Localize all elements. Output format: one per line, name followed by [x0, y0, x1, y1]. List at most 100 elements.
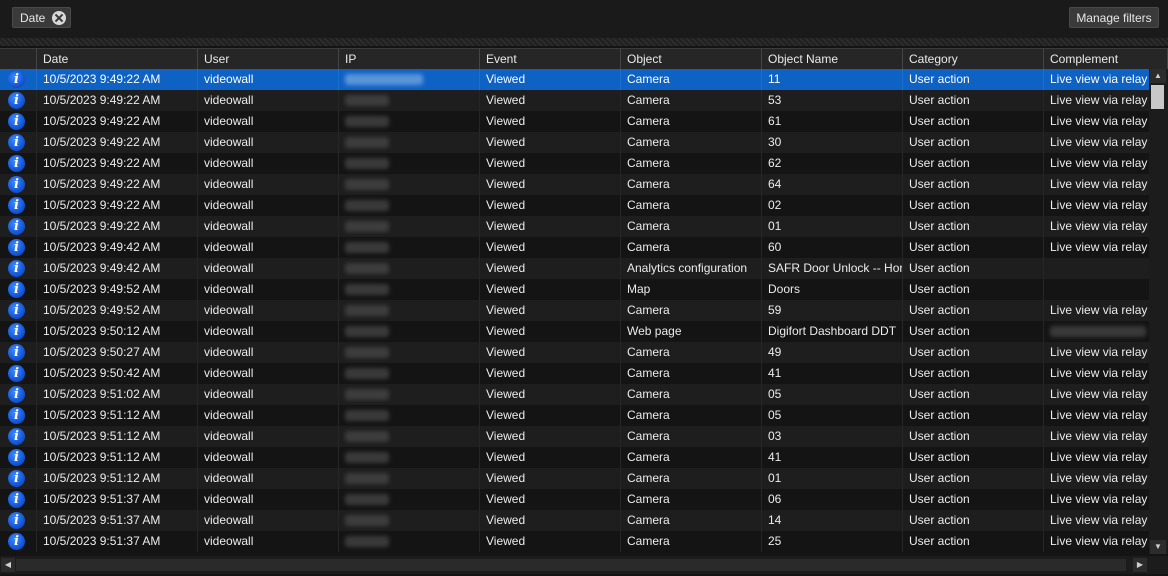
category-cell: User action — [903, 174, 1044, 195]
complement-cell: Live view via relay — [1044, 69, 1149, 90]
table-row[interactable]: i 10/5/2023 9:49:22 AM videowall Viewed Came… — [0, 195, 1149, 216]
redacted-ip — [345, 389, 389, 400]
object-name-cell: 30 — [762, 132, 903, 153]
manage-filters-button[interactable]: Manage filters — [1069, 7, 1159, 28]
column-header-category[interactable]: Category — [903, 49, 1044, 69]
object-cell: Camera — [621, 90, 762, 111]
table-row[interactable]: i 10/5/2023 9:49:22 AM videowall Viewed Came… — [0, 111, 1149, 132]
table-row[interactable]: i 10/5/2023 9:51:37 AM videowall Viewed Came… — [0, 510, 1149, 531]
scroll-up-icon[interactable]: ▲ — [1150, 69, 1166, 83]
table-row[interactable]: i 10/5/2023 9:51:37 AM videowall Viewed Came… — [0, 531, 1149, 552]
table-row[interactable]: i 10/5/2023 9:49:42 AM videowall Viewed Anal… — [0, 258, 1149, 279]
object-cell: Analytics configuration — [621, 258, 762, 279]
table-row[interactable]: i 10/5/2023 9:51:12 AM videowall Viewed Came… — [0, 405, 1149, 426]
column-header-object-name[interactable]: Object Name — [762, 49, 903, 69]
date-cell: 10/5/2023 9:51:12 AM — [37, 447, 198, 468]
date-cell: 10/5/2023 9:49:22 AM — [37, 132, 198, 153]
table-row[interactable]: i 10/5/2023 9:49:52 AM videowall Viewed Map D… — [0, 279, 1149, 300]
object-name-cell: 06 — [762, 489, 903, 510]
table-row[interactable]: i 10/5/2023 9:51:12 AM videowall Viewed Came… — [0, 426, 1149, 447]
table-row[interactable]: i 10/5/2023 9:49:22 AM videowall Viewed Came… — [0, 174, 1149, 195]
column-header-date[interactable]: Date — [37, 49, 198, 69]
category-cell: User action — [903, 468, 1044, 489]
row-icon-cell: i — [0, 216, 37, 237]
category-cell: User action — [903, 447, 1044, 468]
date-cell: 10/5/2023 9:51:37 AM — [37, 510, 198, 531]
redacted-ip — [345, 137, 389, 148]
event-cell: Viewed — [480, 153, 621, 174]
redacted-ip — [345, 452, 389, 463]
scroll-right-icon[interactable]: ▶ — [1133, 558, 1147, 572]
table-row[interactable]: i 10/5/2023 9:49:42 AM videowall Viewed Came… — [0, 237, 1149, 258]
redacted-complement — [1050, 326, 1146, 337]
column-header-complement[interactable]: Complement — [1044, 49, 1168, 69]
complement-cell: Live view via relay — [1044, 489, 1149, 510]
redacted-ip — [345, 179, 389, 190]
redacted-ip — [345, 200, 389, 211]
object-cell: Camera — [621, 447, 762, 468]
ip-cell-redacted — [339, 489, 480, 510]
column-header-user[interactable]: User — [198, 49, 339, 69]
category-cell: User action — [903, 300, 1044, 321]
redacted-ip — [345, 116, 389, 127]
date-cell: 10/5/2023 9:49:52 AM — [37, 300, 198, 321]
scroll-left-icon[interactable]: ◀ — [1, 558, 15, 572]
event-cell: Viewed — [480, 510, 621, 531]
user-cell: videowall — [198, 132, 339, 153]
object-cell: Camera — [621, 69, 762, 90]
table-row[interactable]: i 10/5/2023 9:49:22 AM videowall Viewed Came… — [0, 216, 1149, 237]
date-filter-chip[interactable]: Date — [12, 7, 72, 28]
user-cell: videowall — [198, 405, 339, 426]
info-icon: i — [8, 71, 25, 88]
horizontal-scrollbar[interactable]: ◀ ▶ — [0, 556, 1149, 574]
ip-cell-redacted — [339, 426, 480, 447]
user-cell: videowall — [198, 363, 339, 384]
scroll-down-icon[interactable]: ▼ — [1150, 540, 1166, 554]
date-cell: 10/5/2023 9:51:12 AM — [37, 426, 198, 447]
event-cell: Viewed — [480, 111, 621, 132]
scroll-thumb[interactable] — [1151, 85, 1164, 109]
vertical-scrollbar[interactable]: ▲ ▼ — [1149, 69, 1168, 554]
info-icon: i — [8, 302, 25, 319]
event-cell: Viewed — [480, 132, 621, 153]
table-row[interactable]: i 10/5/2023 9:51:37 AM videowall Viewed Came… — [0, 489, 1149, 510]
table-row[interactable]: i 10/5/2023 9:51:02 AM videowall Viewed Came… — [0, 384, 1149, 405]
object-cell: Camera — [621, 216, 762, 237]
complement-cell: Live view via relay — [1044, 300, 1149, 321]
table-row[interactable]: i 10/5/2023 9:50:12 AM videowall Viewed Web … — [0, 321, 1149, 342]
event-cell: Viewed — [480, 342, 621, 363]
table-row[interactable]: i 10/5/2023 9:51:12 AM videowall Viewed Came… — [0, 468, 1149, 489]
info-icon: i — [8, 470, 25, 487]
category-cell: User action — [903, 342, 1044, 363]
redacted-ip — [345, 431, 389, 442]
user-cell: videowall — [198, 237, 339, 258]
complement-cell: Live view via relay — [1044, 132, 1149, 153]
table-row[interactable]: i 10/5/2023 9:49:22 AM videowall Viewed Came… — [0, 90, 1149, 111]
column-header-event[interactable]: Event — [480, 49, 621, 69]
column-header-ip[interactable]: IP — [339, 49, 480, 69]
column-header-icon-col[interactable] — [0, 49, 37, 69]
horizontal-scroll-thumb[interactable] — [16, 559, 1126, 571]
table-row[interactable]: i 10/5/2023 9:49:22 AM videowall Viewed Came… — [0, 132, 1149, 153]
column-header-object[interactable]: Object — [621, 49, 762, 69]
date-cell: 10/5/2023 9:51:02 AM — [37, 384, 198, 405]
table-row[interactable]: i 10/5/2023 9:49:22 AM videowall Viewed Came… — [0, 69, 1149, 90]
object-name-cell: 49 — [762, 342, 903, 363]
table-row[interactable]: i 10/5/2023 9:49:52 AM videowall Viewed Came… — [0, 300, 1149, 321]
user-cell: videowall — [198, 69, 339, 90]
row-icon-cell: i — [0, 153, 37, 174]
info-icon: i — [8, 428, 25, 445]
user-cell: videowall — [198, 279, 339, 300]
close-icon[interactable] — [52, 10, 67, 25]
table-row[interactable]: i 10/5/2023 9:49:22 AM videowall Viewed Came… — [0, 153, 1149, 174]
complement-cell: Live view via relay — [1044, 405, 1149, 426]
table-row[interactable]: i 10/5/2023 9:50:27 AM videowall Viewed Came… — [0, 342, 1149, 363]
event-cell: Viewed — [480, 258, 621, 279]
table-row[interactable]: i 10/5/2023 9:50:42 AM videowall Viewed Came… — [0, 363, 1149, 384]
ip-cell-redacted — [339, 321, 480, 342]
complement-cell: Live view via relay — [1044, 195, 1149, 216]
ip-cell-redacted — [339, 447, 480, 468]
redacted-ip — [345, 410, 389, 421]
table-row[interactable]: i 10/5/2023 9:51:12 AM videowall Viewed Came… — [0, 447, 1149, 468]
row-icon-cell: i — [0, 111, 37, 132]
